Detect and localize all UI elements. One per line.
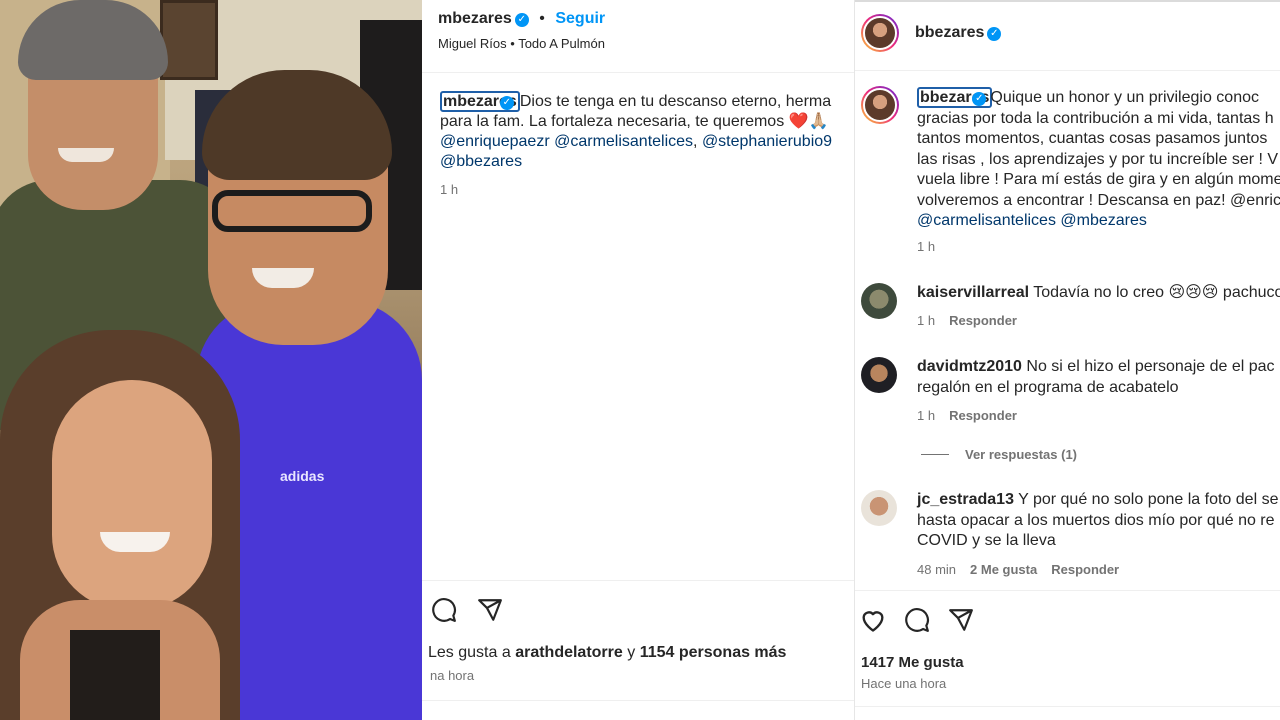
- post-caption: mbezares✓ Dios te tenga en tu descanso et…: [440, 91, 854, 172]
- caption-line: volveremos a encontrar ! Descansa en paz…: [917, 191, 1280, 209]
- comment-time[interactable]: 1 h: [917, 313, 935, 328]
- comment-text: No si el hizo el personaje de el pac: [1026, 358, 1275, 375]
- view-replies-button[interactable]: Ver respuestas (1): [921, 447, 1077, 462]
- comment-text: Y por qué no solo pone la foto del se: [1018, 491, 1279, 508]
- comment-text: regalón en el programa de acabatelo: [917, 378, 1179, 396]
- right-post-panel: bbezares ✓ bbezares✓ Quique un honor y un …: [854, 0, 1280, 720]
- follow-button[interactable]: Seguir: [555, 10, 605, 27]
- comment-time[interactable]: 1 h: [917, 408, 935, 423]
- comment-text: Todavía no lo creo 😢😢😢 pachuco: [1033, 284, 1280, 301]
- comment-text: hasta opacar a los muertos dios mío por …: [917, 511, 1275, 529]
- mention-link[interactable]: @carmelisantelices: [554, 133, 693, 150]
- action-bar: [859, 606, 975, 634]
- comment-username[interactable]: jc_estrada13: [917, 491, 1014, 508]
- caption-line: gracias por toda la contribución a mi vi…: [917, 109, 1274, 127]
- divider: [855, 70, 1280, 71]
- mention-link[interactable]: @carmelisantelices: [917, 212, 1056, 229]
- caption-line: vuela libre ! Para mí estás de gira y en…: [917, 171, 1280, 188]
- post-time[interactable]: na hora: [430, 668, 474, 683]
- caption-line: tantos momentos, cuantas cosas pasamos j…: [917, 130, 1268, 147]
- likes-summary: Les gusta a arathdelatorre y 1154 person…: [428, 644, 786, 662]
- comment-time[interactable]: 48 min: [917, 562, 956, 577]
- post-photo: adidas: [0, 0, 422, 720]
- verified-icon: ✓: [987, 27, 1002, 41]
- likes-prefix: Les gusta a: [428, 644, 511, 661]
- avatar[interactable]: [861, 14, 899, 52]
- post-username[interactable]: bbezares: [915, 24, 984, 41]
- likes-conj: y: [627, 644, 636, 661]
- caption-text-line2: para la fam. La fortaleza necesaria, te …: [440, 113, 829, 130]
- divider: [855, 706, 1280, 707]
- caption-line: las risas , los aprendizajes y por tu in…: [917, 150, 1279, 168]
- reply-button[interactable]: Responder: [949, 313, 1017, 328]
- mention-link[interactable]: @mbezares: [1060, 212, 1147, 229]
- music-artist: Miguel Ríos: [438, 36, 507, 51]
- avatar[interactable]: [861, 357, 897, 393]
- avatar[interactable]: [861, 86, 899, 124]
- comment-icon[interactable]: [430, 596, 458, 624]
- left-post-panel: mbezares ✓ • Seguir Miguel Ríos • Todo A …: [422, 0, 854, 720]
- avatar[interactable]: [861, 490, 897, 526]
- comment-username[interactable]: kaiservillarreal: [917, 284, 1029, 301]
- post-caption: bbezares✓ Quique un honor y un privilegio…: [917, 87, 1280, 232]
- likes-count[interactable]: 1417 Me gusta: [861, 654, 964, 671]
- share-icon[interactable]: [476, 596, 504, 624]
- post-username[interactable]: mbezares: [438, 10, 512, 27]
- music-info[interactable]: Miguel Ríos • Todo A Pulmón: [438, 36, 605, 51]
- divider: [855, 590, 1280, 591]
- caption-time[interactable]: 1 h: [917, 239, 935, 254]
- reply-button[interactable]: Responder: [949, 408, 1017, 423]
- music-song: Todo A Pulmón: [518, 36, 605, 51]
- likes-user[interactable]: arathdelatorre: [515, 644, 623, 661]
- caption-line: Quique un honor y un privilegio conoc: [990, 89, 1259, 106]
- comment-username[interactable]: davidmtz2010: [917, 358, 1022, 375]
- heart-icon[interactable]: [859, 606, 887, 634]
- caption-time[interactable]: 1 h: [440, 182, 458, 197]
- mention-link[interactable]: @bbezares: [440, 153, 522, 170]
- comment-text: COVID y se la lleva: [917, 532, 1056, 549]
- caption-text-line1: Dios te tenga en tu descanso eterno, her…: [519, 93, 832, 110]
- action-bar: [430, 596, 504, 624]
- verified-icon: ✓: [514, 13, 529, 27]
- avatar[interactable]: [861, 283, 897, 319]
- reply-button[interactable]: Responder: [1051, 562, 1119, 577]
- post-time[interactable]: Hace una hora: [861, 676, 946, 691]
- mention-link[interactable]: @stephanierubio9: [702, 133, 832, 150]
- verified-icon: ✓: [499, 96, 514, 110]
- divider: [422, 580, 854, 581]
- divider: [422, 72, 854, 73]
- post-header: mbezares ✓ • Seguir Miguel Ríos • Todo A …: [438, 10, 606, 51]
- divider: [422, 700, 854, 701]
- comment-icon[interactable]: [903, 606, 931, 634]
- share-icon[interactable]: [947, 606, 975, 634]
- mention-link[interactable]: @enriquepaezr: [440, 133, 550, 150]
- likes-count[interactable]: 1154 personas más: [640, 644, 787, 661]
- comment-likes[interactable]: 2 Me gusta: [970, 562, 1037, 577]
